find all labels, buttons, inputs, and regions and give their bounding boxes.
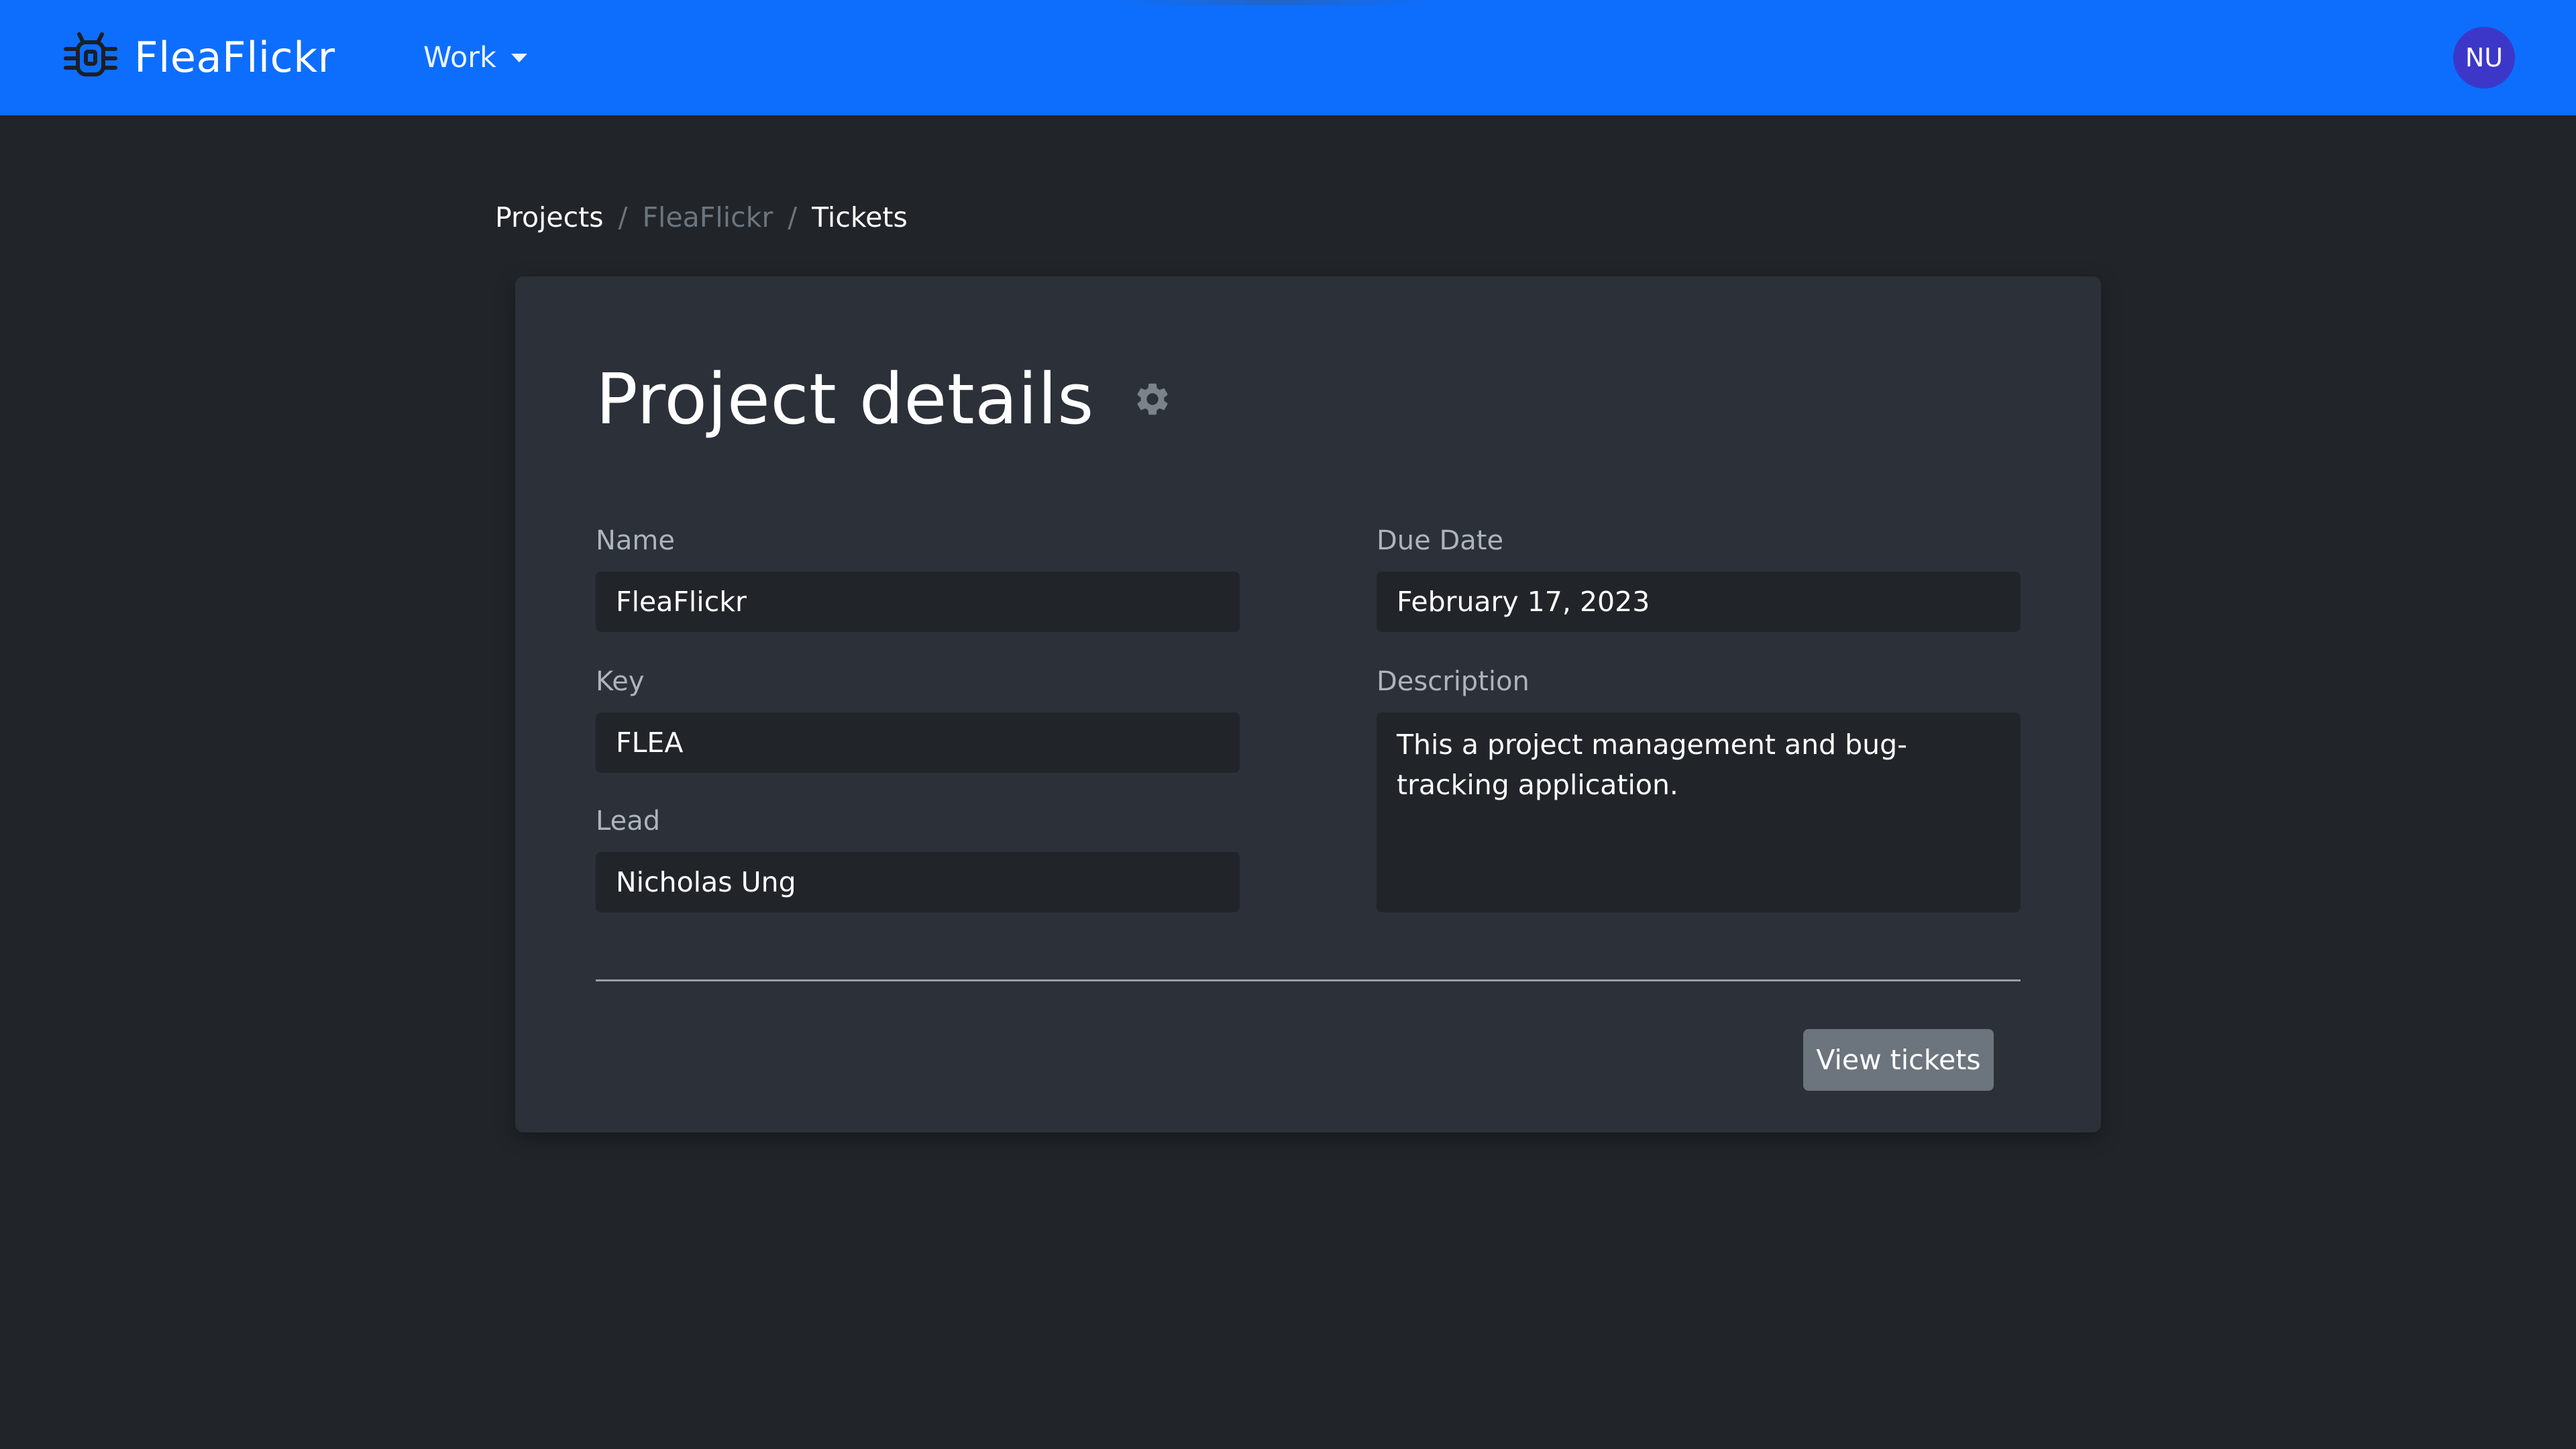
avatar-initials: NU [2465, 43, 2504, 72]
user-avatar[interactable]: NU [2453, 27, 2515, 89]
caret-down-icon [511, 53, 527, 62]
breadcrumb-current-project: FleaFlickr [642, 201, 773, 233]
project-details-card: Project details Name Key Lead Due Date D… [515, 276, 2101, 1132]
top-navbar: FleaFlickr Work NU [0, 0, 2576, 115]
bug-icon [64, 32, 117, 76]
brand-link[interactable]: FleaFlickr [63, 30, 335, 86]
breadcrumb-separator: / [788, 201, 798, 233]
name-field[interactable] [596, 572, 1240, 632]
description-field[interactable]: This a project management and bug-tracki… [1377, 712, 2021, 912]
description-label: Description [1377, 666, 1529, 697]
page-title: Project details [596, 358, 1094, 440]
view-tickets-button[interactable]: View tickets [1803, 1029, 1994, 1091]
card-divider [596, 979, 2021, 981]
breadcrumb-separator: / [618, 201, 628, 233]
work-dropdown-label: Work [423, 41, 496, 74]
gear-icon[interactable] [1133, 380, 1172, 419]
work-dropdown[interactable]: Work [423, 39, 527, 76]
brand-name: FleaFlickr [134, 33, 335, 82]
breadcrumb-projects[interactable]: Projects [495, 201, 604, 233]
card-header: Project details [596, 356, 1172, 443]
due-date-field[interactable] [1377, 572, 2021, 632]
lead-field[interactable] [596, 852, 1240, 912]
breadcrumb: Projects / FleaFlickr / Tickets [495, 199, 908, 236]
breadcrumb-tickets[interactable]: Tickets [812, 201, 908, 233]
key-field[interactable] [596, 712, 1240, 773]
lead-label: Lead [596, 806, 661, 837]
name-label: Name [596, 525, 676, 556]
due-date-label: Due Date [1377, 525, 1504, 556]
key-label: Key [596, 666, 645, 697]
